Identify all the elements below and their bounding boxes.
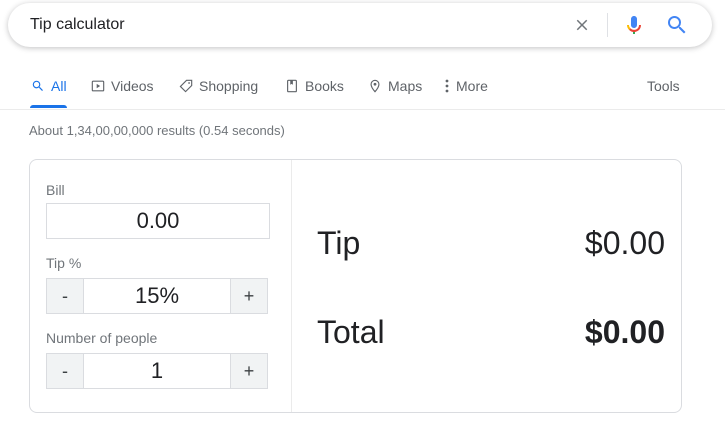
search-tabs: All Videos Shopping Books Maps More Tool… [0,66,725,110]
tab-label: Maps [388,78,423,94]
tag-icon [178,78,194,94]
tip-result-value: $0.00 [584,225,665,261]
tab-label: Videos [111,78,154,94]
tip-percent-value[interactable]: 15% [83,279,231,313]
result-stats: About 1,34,00,00,000 results (0.54 secon… [29,123,285,138]
bill-label: Bill [46,182,65,198]
tab-label: All [51,78,67,94]
tab-label: Books [305,78,344,94]
people-value[interactable]: 1 [83,354,231,388]
people-decrease-button[interactable]: - [47,354,83,388]
tab-more[interactable]: More [443,66,488,106]
bill-input[interactable]: 0.00 [46,203,270,239]
tab-maps[interactable]: Maps [367,66,422,106]
total-label: Total [317,314,385,350]
tip-decrease-button[interactable]: - [47,279,83,313]
tab-label: More [456,78,488,94]
people-label: Number of people [46,330,158,346]
search-icon [30,78,46,94]
searchbar-divider [607,13,608,37]
map-pin-icon [367,78,383,94]
total-value: $0.00 [584,314,665,350]
clear-search-button[interactable] [568,3,596,47]
video-icon [90,78,106,94]
people-increase-button[interactable]: + [231,354,267,388]
tab-shopping[interactable]: Shopping [178,66,258,106]
tab-label: Shopping [199,78,259,94]
tab-books[interactable]: Books [284,66,344,106]
search-button[interactable] [660,3,694,47]
tip-increase-button[interactable]: + [231,279,267,313]
tools-button[interactable]: Tools [647,66,680,106]
tab-videos[interactable]: Videos [90,66,154,106]
tab-all[interactable]: All [30,66,67,108]
tip-calculator-card: Bill 0.00 Tip % - 15% + Number of people… [29,159,682,413]
tabs-divider [0,109,725,110]
tip-percent-label: Tip % [46,255,82,271]
voice-search-button[interactable] [620,3,648,47]
search-icon [668,16,686,34]
book-icon [284,78,300,94]
tip-percent-stepper: - 15% + [46,278,268,314]
microphone-icon [627,16,641,34]
tip-result-label: Tip [317,225,361,261]
close-icon [576,19,588,31]
search-box[interactable] [8,3,712,47]
people-stepper: - 1 + [46,353,268,389]
calculator-inputs: Bill 0.00 Tip % - 15% + Number of people… [30,160,292,412]
active-tab-indicator [30,105,67,108]
more-vert-icon [443,78,451,94]
tools-label: Tools [647,78,680,94]
search-input[interactable] [30,3,550,47]
